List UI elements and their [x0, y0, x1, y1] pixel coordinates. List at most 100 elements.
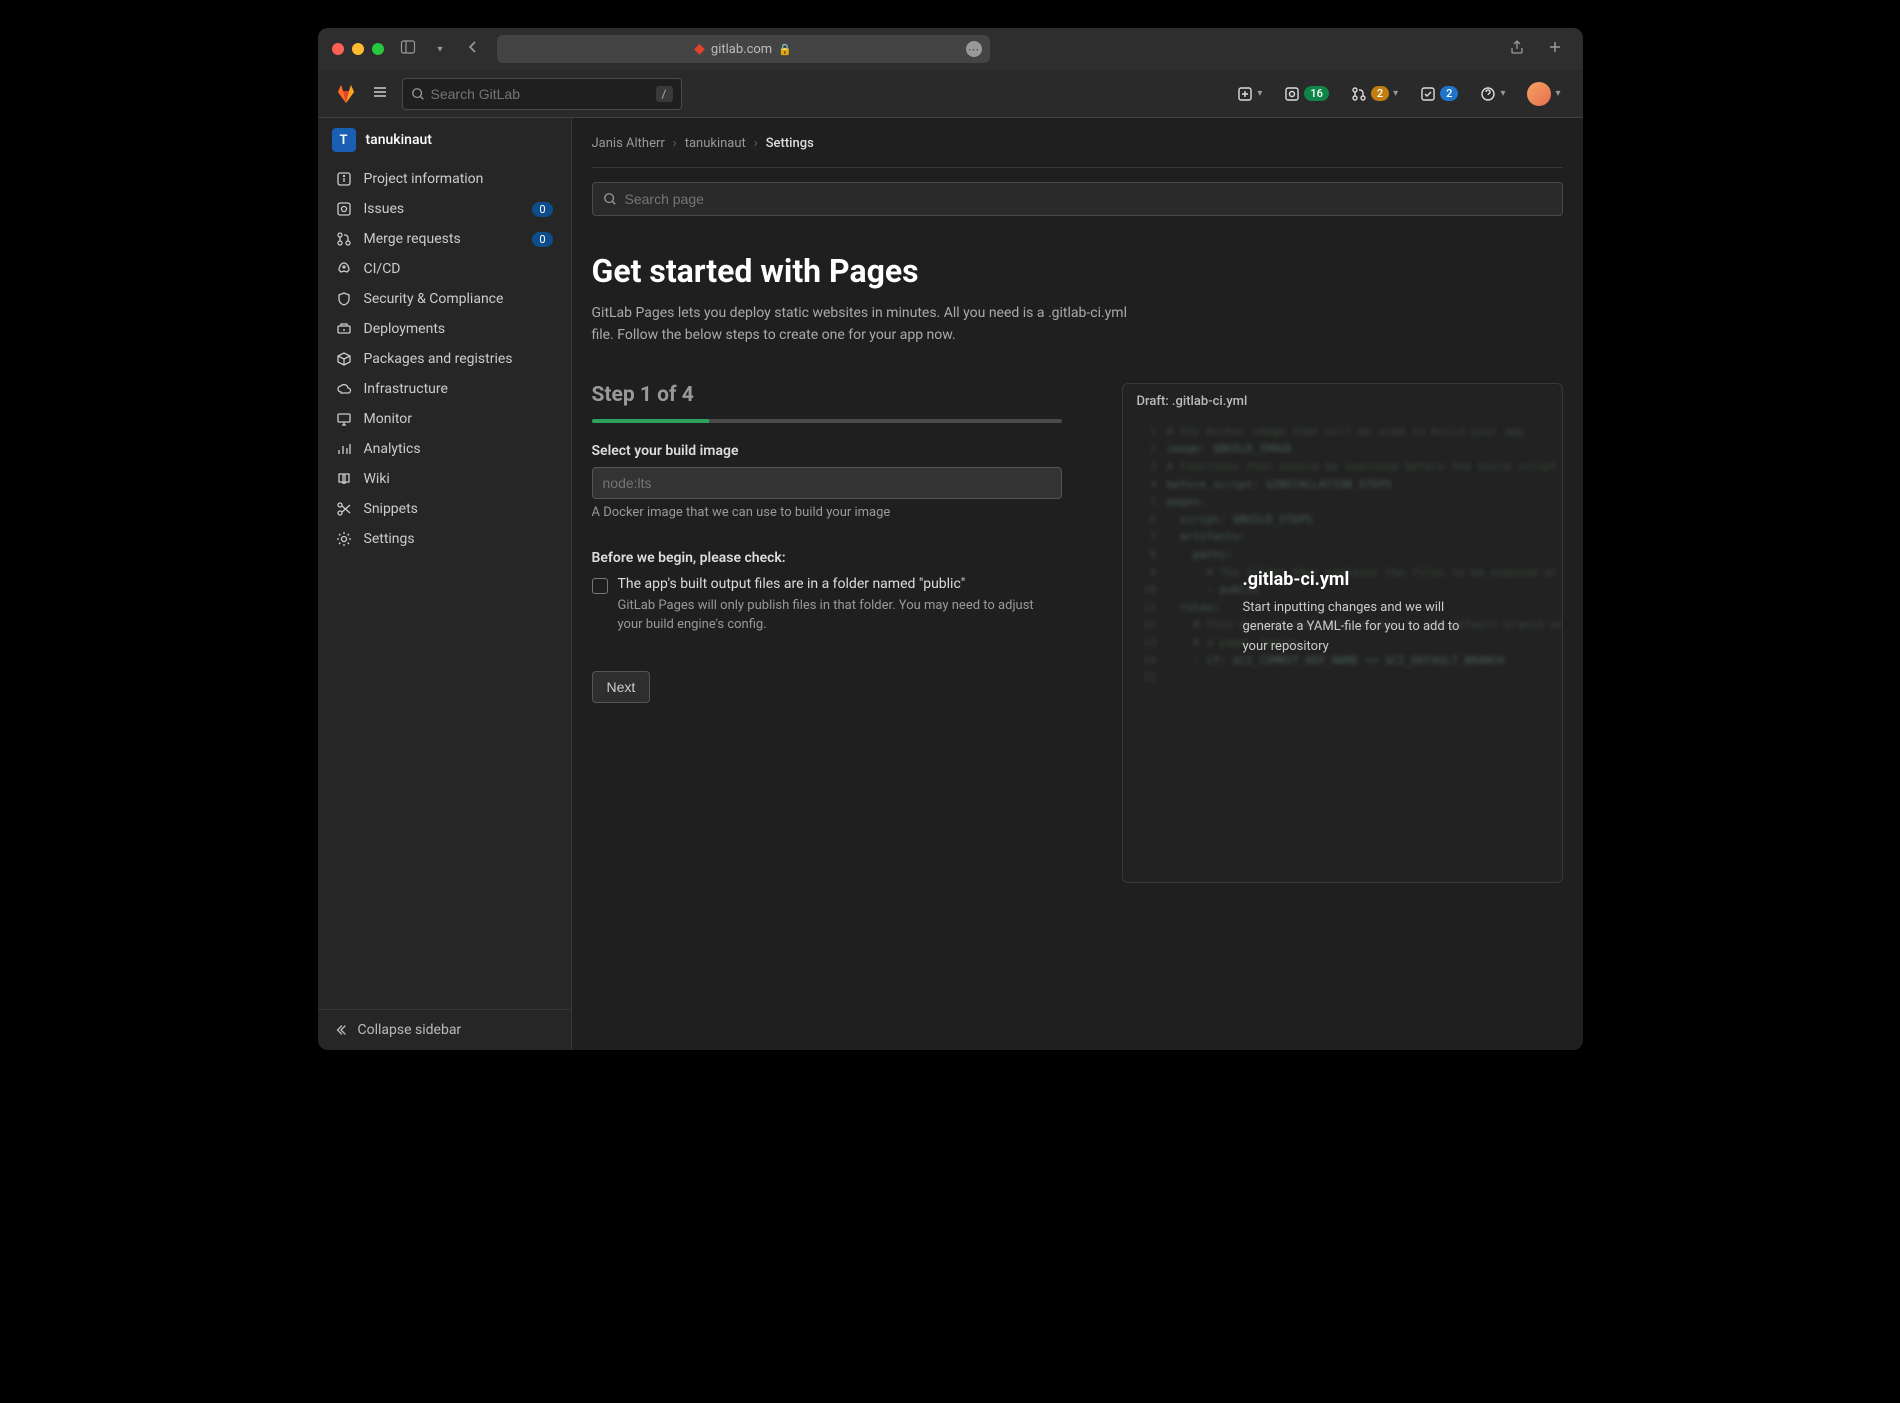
yaml-overlay: .gitlab-ci.yml Start inputting changes a… — [1243, 569, 1532, 657]
page-search[interactable] — [592, 182, 1563, 216]
sidebar-item-packages[interactable]: Packages and registries — [326, 344, 563, 374]
share-icon[interactable] — [1503, 39, 1531, 59]
page-search-input[interactable] — [625, 191, 1552, 207]
sidebar-item-monitor[interactable]: Monitor — [326, 404, 563, 434]
sidebar-item-label: Analytics — [364, 441, 421, 457]
deploy-icon — [336, 321, 352, 337]
info-icon — [336, 171, 352, 187]
global-search-input[interactable] — [431, 86, 650, 102]
project-header[interactable]: T tanukinaut — [318, 118, 571, 162]
sidebar-item-infrastructure[interactable]: Infrastructure — [326, 374, 563, 404]
sidebar-item-label: Monitor — [364, 411, 413, 427]
sidebar-item-label: Issues — [364, 201, 405, 217]
check-heading: Before we begin, please check: — [592, 550, 1062, 566]
cloud-icon — [336, 381, 352, 397]
sidebar-item-security[interactable]: Security & Compliance — [326, 284, 563, 314]
collapse-label: Collapse sidebar — [358, 1022, 462, 1038]
chevron-down-icon[interactable]: ▾ — [432, 44, 449, 55]
monitor-icon — [336, 411, 352, 427]
sidebar-item-cicd[interactable]: CI/CD — [326, 254, 563, 284]
url-bar[interactable]: ◆ gitlab.com 🔒 ⋯ — [497, 35, 990, 63]
gitlab-logo-icon[interactable] — [334, 82, 358, 106]
checkbox-help: GitLab Pages will only publish files in … — [618, 596, 1062, 635]
next-button[interactable]: Next — [592, 671, 651, 703]
close-window-icon[interactable] — [332, 43, 344, 55]
sidebar-item-wiki[interactable]: Wiki — [326, 464, 563, 494]
sidebar-item-label: CI/CD — [364, 261, 401, 277]
sidebar-item-merge-requests[interactable]: Merge requests 0 — [326, 224, 563, 254]
chevron-down-icon: ▾ — [1500, 88, 1505, 99]
yaml-preview-panel: Draft: .gitlab-ci.yml 1# The Docker imag… — [1122, 383, 1563, 883]
chevron-left-icon — [334, 1023, 348, 1037]
sidebar-toggle-icon[interactable] — [394, 39, 422, 59]
merge-icon — [336, 231, 352, 247]
sidebar-item-label: Snippets — [364, 501, 418, 517]
sidebar-item-label: Wiki — [364, 471, 390, 487]
project-avatar: T — [332, 128, 356, 152]
page-title: Get started with Pages — [592, 252, 1563, 290]
sidebar-item-label: Packages and registries — [364, 351, 513, 367]
reader-icon[interactable]: ⋯ — [966, 41, 982, 57]
progress-fill — [592, 419, 710, 423]
sidebar-item-deployments[interactable]: Deployments — [326, 314, 563, 344]
issues-link[interactable]: 16 — [1278, 82, 1335, 106]
maximize-window-icon[interactable] — [372, 43, 384, 55]
yaml-overlay-title: .gitlab-ci.yml — [1243, 569, 1532, 590]
build-image-help: A Docker image that we can use to build … — [592, 505, 1062, 520]
public-folder-checkbox[interactable] — [592, 578, 608, 594]
chevron-down-icon: ▾ — [1555, 88, 1560, 99]
help-menu[interactable]: ▾ — [1474, 82, 1511, 106]
minimize-window-icon[interactable] — [352, 43, 364, 55]
count-badge: 0 — [532, 232, 552, 247]
sidebar-item-analytics[interactable]: Analytics — [326, 434, 563, 464]
step-indicator: Step 1 of 4 — [592, 383, 1062, 407]
breadcrumb-current: Settings — [766, 136, 814, 151]
analytics-icon — [336, 441, 352, 457]
global-search[interactable]: / — [402, 78, 682, 110]
build-image-label: Select your build image — [592, 443, 1062, 459]
chevron-right-icon: › — [673, 136, 677, 151]
yaml-panel-title: Draft: .gitlab-ci.yml — [1123, 384, 1562, 419]
scissors-icon — [336, 501, 352, 517]
breadcrumb-part[interactable]: Janis Altherr — [592, 136, 665, 151]
back-button[interactable] — [459, 39, 487, 59]
chevron-down-icon: ▾ — [1257, 88, 1262, 99]
mr-count-badge: 2 — [1371, 86, 1389, 101]
sidebar-item-label: Project information — [364, 171, 484, 187]
sidebar-item-label: Security & Compliance — [364, 291, 504, 307]
build-image-input[interactable] — [592, 467, 1062, 499]
merge-requests-link[interactable]: 2 ▾ — [1345, 82, 1404, 106]
sidebar-item-issues[interactable]: Issues 0 — [326, 194, 563, 224]
sidebar-item-snippets[interactable]: Snippets — [326, 494, 563, 524]
book-icon — [336, 471, 352, 487]
create-menu[interactable]: ▾ — [1231, 82, 1268, 106]
shield-icon — [336, 291, 352, 307]
todos-count-badge: 2 — [1440, 86, 1458, 101]
chevron-right-icon: › — [754, 136, 758, 151]
count-badge: 0 — [532, 202, 552, 217]
progress-bar — [592, 419, 1062, 423]
page-description: GitLab Pages lets you deploy static webs… — [592, 302, 1152, 347]
package-icon — [336, 351, 352, 367]
url-text: gitlab.com — [711, 42, 772, 57]
breadcrumb-part[interactable]: tanukinaut — [685, 136, 746, 151]
sidebar-item-label: Infrastructure — [364, 381, 448, 397]
hamburger-icon[interactable] — [368, 80, 392, 108]
yaml-overlay-text: Start inputting changes and we will gene… — [1243, 598, 1463, 657]
sidebar-item-settings[interactable]: Settings — [326, 524, 563, 554]
sidebar-item-project-information[interactable]: Project information — [326, 164, 563, 194]
top-navigation: / ▾ 16 2 ▾ 2 ▾ ▾ — [318, 70, 1583, 118]
user-menu[interactable]: ▾ — [1521, 78, 1566, 110]
breadcrumb: Janis Altherr › tanukinaut › Settings — [592, 132, 1563, 168]
lock-icon: 🔒 — [778, 43, 792, 56]
search-icon — [411, 87, 425, 101]
sidebar-item-label: Merge requests — [364, 231, 461, 247]
todos-link[interactable]: 2 — [1414, 82, 1464, 106]
chevron-down-icon: ▾ — [1393, 88, 1398, 99]
search-icon — [603, 192, 617, 206]
main-content: Janis Altherr › tanukinaut › Settings Ge… — [572, 118, 1583, 1050]
search-shortcut-hint: / — [656, 86, 673, 102]
new-tab-icon[interactable] — [1541, 39, 1569, 59]
collapse-sidebar-button[interactable]: Collapse sidebar — [318, 1009, 571, 1050]
issues-count-badge: 16 — [1304, 86, 1329, 101]
